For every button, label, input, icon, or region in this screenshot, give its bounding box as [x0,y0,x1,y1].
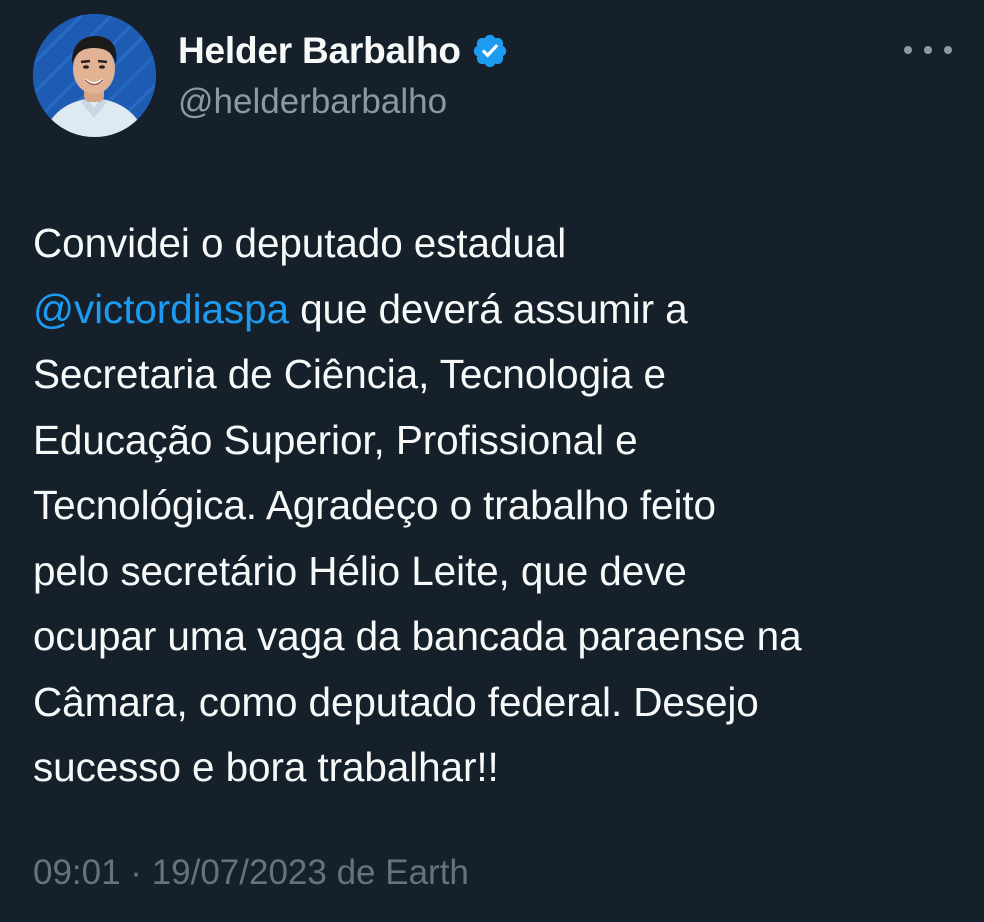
verified-badge-icon[interactable] [471,32,509,70]
more-options-icon[interactable] [904,36,952,64]
dot-icon [904,46,912,54]
mention-link[interactable]: @victordiaspa [33,286,289,332]
tweet-text-line: Câmara, como deputado federal. Desejo [33,670,953,736]
tweet-text: Convidei o deputado estadual @victordias… [33,211,953,801]
dot-icon [924,46,932,54]
text-span: Educação Superior, Profissional e [33,416,638,463]
tweet-text-line: sucesso e bora trabalhar!! [33,735,953,801]
text-span: Tecnológica. Agradeço o trabalho feito [33,482,716,528]
tweet-text-line: @victordiaspa que deverá assumir a [33,277,953,343]
text-span: Câmara, como deputado federal. Desejo [33,678,759,725]
tweet-text-line: ocupar uma vaga da bancada paraense na [33,604,953,670]
text-span: sucesso e bora trabalhar!! [33,744,499,790]
avatar[interactable] [33,14,156,137]
display-name[interactable]: Helder Barbalho [178,30,461,72]
tweet-text-line: Secretaria de Ciência, Tecnologia e [33,342,953,408]
tweet-timestamp[interactable]: 09:01 · 19/07/2023 de Earth [33,853,469,893]
tweet-card: Helder Barbalho @helderbarbalho Convidei… [0,0,984,922]
tweet-text-line: Educação Superior, Profissional e [33,408,953,474]
text-span: Convidei o deputado estadual [33,220,567,266]
text-span: pelo secretário Hélio Leite, que deve [33,547,687,594]
text-span: Secretaria de Ciência, Tecnologia e [33,351,666,397]
author-name-row: Helder Barbalho [178,28,509,74]
dot-icon [944,46,952,54]
author-handle[interactable]: @helderbarbalho [178,82,447,122]
text-span: ocupar uma vaga da bancada paraense na [33,613,802,659]
tweet-text-line: Convidei o deputado estadual [33,211,953,277]
text-span: que deverá assumir a [288,285,688,332]
tweet-text-line: pelo secretário Hélio Leite, que deve [33,539,953,605]
tweet-text-line: Tecnológica. Agradeço o trabalho feito [33,473,953,539]
